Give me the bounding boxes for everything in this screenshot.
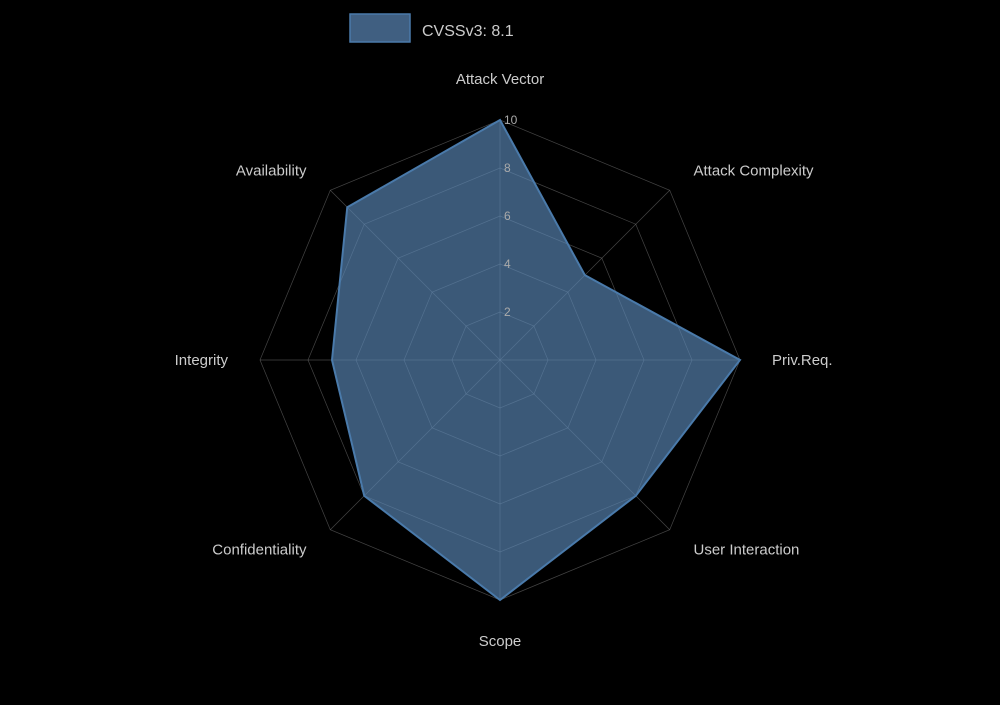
svg-text:Attack Complexity: Attack Complexity <box>694 162 815 179</box>
svg-text:10: 10 <box>504 113 518 127</box>
svg-text:Confidentiality: Confidentiality <box>212 542 307 559</box>
chart-container: 2 4 6 8 10 Attack Vector Attack Complexity Priv… <box>0 0 1000 700</box>
svg-text:Scope: Scope <box>479 633 522 650</box>
svg-text:8: 8 <box>504 161 511 175</box>
svg-text:4: 4 <box>504 257 511 271</box>
svg-text:CVSSv3: 8.1: CVSSv3: 8.1 <box>422 23 514 40</box>
svg-text:Availability: Availability <box>236 162 307 179</box>
svg-text:Priv.Req.: Priv.Req. <box>772 352 833 369</box>
svg-text:6: 6 <box>504 209 511 223</box>
svg-text:Attack Vector: Attack Vector <box>456 71 544 88</box>
svg-text:Integrity: Integrity <box>175 352 229 369</box>
svg-text:User Interaction: User Interaction <box>694 542 800 559</box>
svg-text:2: 2 <box>504 305 511 319</box>
